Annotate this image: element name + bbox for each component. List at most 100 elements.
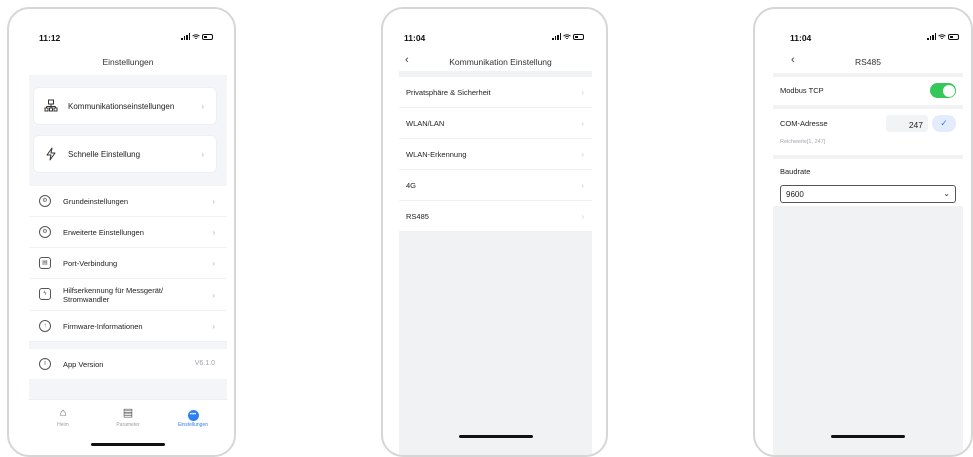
signal-icon: [181, 33, 190, 40]
chevron-right-icon: ›: [212, 197, 215, 206]
chevron-right-icon: ›: [581, 181, 584, 190]
card-kommunikationseinstellungen[interactable]: Kommunikationseinstellungen ›: [33, 87, 217, 125]
list-item-label: Firmware-Informationen: [63, 322, 143, 331]
list-item-grundeinstellungen[interactable]: ⚙ Grundeinstellungen ›: [29, 186, 227, 217]
baudrate-value: 9600: [786, 190, 804, 199]
port-icon: ▤: [39, 257, 51, 269]
kommunikation-screen: 11:04 ‹ Kommunikation Einstellung Privat…: [399, 9, 592, 455]
chevron-right-icon: ›: [212, 291, 215, 300]
list-item-label: Port-Verbindung: [63, 259, 118, 268]
list-item-label: WLAN/LAN: [406, 119, 445, 128]
upload-icon: ↑: [39, 320, 51, 332]
tab-label: Parameter: [116, 422, 140, 428]
home-icon: ⌂: [59, 407, 67, 419]
app-version-row: i App Version V6.1.0: [29, 349, 227, 379]
chevron-right-icon: ›: [201, 102, 204, 111]
confirm-check-button[interactable]: ✓: [932, 115, 956, 132]
phone-settings: 11:12 Einstellungen Kommunikationseinste…: [7, 7, 236, 457]
chevron-right-icon: ›: [581, 119, 584, 128]
meter-icon: ϟ: [39, 288, 51, 300]
status-time: 11:12: [39, 33, 61, 43]
tab-heim[interactable]: ⌂ Heim: [33, 406, 93, 428]
tab-parameter[interactable]: ▤ Parameter: [98, 406, 158, 428]
list-item-privatsphaere[interactable]: Privatsphäre & Sicherheit ›: [399, 77, 592, 108]
page-title: Einstellungen: [102, 57, 154, 67]
card-label: Schnelle Einstellung: [68, 150, 141, 159]
card-schnelle-einstellung[interactable]: Schnelle Einstellung ›: [33, 135, 217, 173]
com-adresse-block: COM-Adresse ✓ Reichweite[1, 247]: [773, 109, 963, 155]
status-bar: 11:04: [399, 9, 592, 43]
home-indicator: [91, 443, 165, 446]
list-item-label: Privatsphäre & Sicherheit: [406, 88, 491, 97]
status-bar: 11:12: [29, 9, 227, 43]
modbus-tcp-row: Modbus TCP: [773, 77, 963, 105]
page-title: Kommunikation Einstellung: [449, 57, 552, 67]
app-version-value: V6.1.0: [194, 360, 215, 367]
status-icons: [552, 33, 584, 40]
chevron-right-icon: ›: [212, 259, 215, 268]
tab-einstellungen[interactable]: ••• Einstellungen: [163, 406, 223, 428]
list-item-label: RS485: [406, 212, 429, 221]
status-icons: [927, 33, 959, 40]
com-adresse-input[interactable]: [886, 115, 928, 132]
card-label: Kommunikationseinstellungen: [68, 102, 175, 111]
page-title: RS485: [855, 57, 881, 67]
wifi-icon: [938, 33, 946, 39]
list-item-label: Erweiterte Einstellungen: [63, 228, 144, 237]
chevron-right-icon: ›: [581, 212, 584, 221]
com-adresse-label: COM-Adresse: [780, 119, 828, 128]
list-item-firmware-informationen[interactable]: ↑ Firmware-Informationen ›: [29, 311, 227, 342]
tab-bar: ⌂ Heim ▤ Parameter ••• Einstellungen: [29, 399, 227, 455]
lightning-icon: [46, 147, 56, 161]
list-item-rs485[interactable]: RS485 ›: [399, 201, 592, 232]
battery-icon: [948, 33, 959, 40]
phone-kommunikation: 11:04 ‹ Kommunikation Einstellung Privat…: [381, 7, 608, 457]
settings-dots-icon: •••: [187, 410, 199, 421]
chevron-down-icon: ⌄: [943, 189, 950, 198]
home-indicator: [831, 435, 905, 438]
network-icon: [44, 99, 58, 112]
settings-header: 11:12 Einstellungen: [29, 9, 227, 75]
list-item-wlan-erkennung[interactable]: WLAN-Erkennung ›: [399, 139, 592, 170]
modbus-tcp-toggle[interactable]: [930, 83, 956, 98]
chevron-right-icon: ›: [581, 150, 584, 159]
list-item-label: Grundeinstellungen: [63, 197, 129, 206]
chevron-right-icon: ›: [212, 228, 215, 237]
modbus-tcp-label: Modbus TCP: [780, 86, 824, 95]
list-item-label: 4G: [406, 181, 417, 190]
home-indicator: [459, 435, 533, 438]
wifi-icon: [563, 33, 571, 39]
list-item-erweiterte-einstellungen[interactable]: ⚙ Erweiterte Einstellungen ›: [29, 217, 227, 248]
list-item-wlan-lan[interactable]: WLAN/LAN ›: [399, 108, 592, 139]
battery-icon: [573, 33, 584, 40]
wifi-icon: [192, 33, 200, 39]
status-icons: [181, 33, 213, 40]
kommunikation-header: 11:04 ‹ Kommunikation Einstellung: [399, 9, 592, 71]
chevron-right-icon: ›: [201, 150, 204, 159]
battery-icon: [202, 33, 213, 40]
settings-screen: 11:12 Einstellungen Kommunikationseinste…: [29, 9, 227, 455]
baudrate-block: Baudrate 9600 ⌄: [773, 159, 963, 206]
baudrate-label: Baudrate: [780, 167, 811, 176]
list-item-4g[interactable]: 4G ›: [399, 170, 592, 201]
status-time: 11:04: [404, 33, 426, 43]
rs485-screen: 11:04 ‹ RS485 Modbus TCP COM-Adresse ✓ R…: [773, 9, 963, 455]
range-hint: Reichweite[1, 247]: [780, 139, 826, 145]
info-icon: i: [39, 358, 51, 370]
chevron-right-icon: ›: [581, 88, 584, 97]
gear-icon: ⚙: [39, 195, 51, 207]
list-item-port-verbindung[interactable]: ▤ Port-Verbindung ›: [29, 248, 227, 279]
app-version-label: App Version: [63, 360, 104, 369]
baudrate-select[interactable]: 9600 ⌄: [780, 185, 956, 203]
list-item-label: WLAN-Erkennung: [406, 150, 467, 159]
list-item-label: Hilfserkennung für Messgerät/ Stromwandl…: [63, 286, 164, 304]
advanced-gear-icon: ⚙: [39, 226, 51, 238]
settings-list: ⚙ Grundeinstellungen › ⚙ Erweiterte Eins…: [29, 186, 227, 342]
kommunikation-list: Privatsphäre & Sicherheit › WLAN/LAN › W…: [399, 77, 592, 232]
tab-label: Einstellungen: [177, 422, 209, 428]
signal-icon: [552, 33, 561, 40]
phone-rs485: 11:04 ‹ RS485 Modbus TCP COM-Adresse ✓ R…: [753, 7, 973, 457]
status-bar: 11:04: [773, 9, 963, 43]
list-item-hilfserkennung[interactable]: ϟ Hilfserkennung für Messgerät/ Stromwan…: [29, 279, 227, 311]
signal-icon: [927, 33, 936, 40]
